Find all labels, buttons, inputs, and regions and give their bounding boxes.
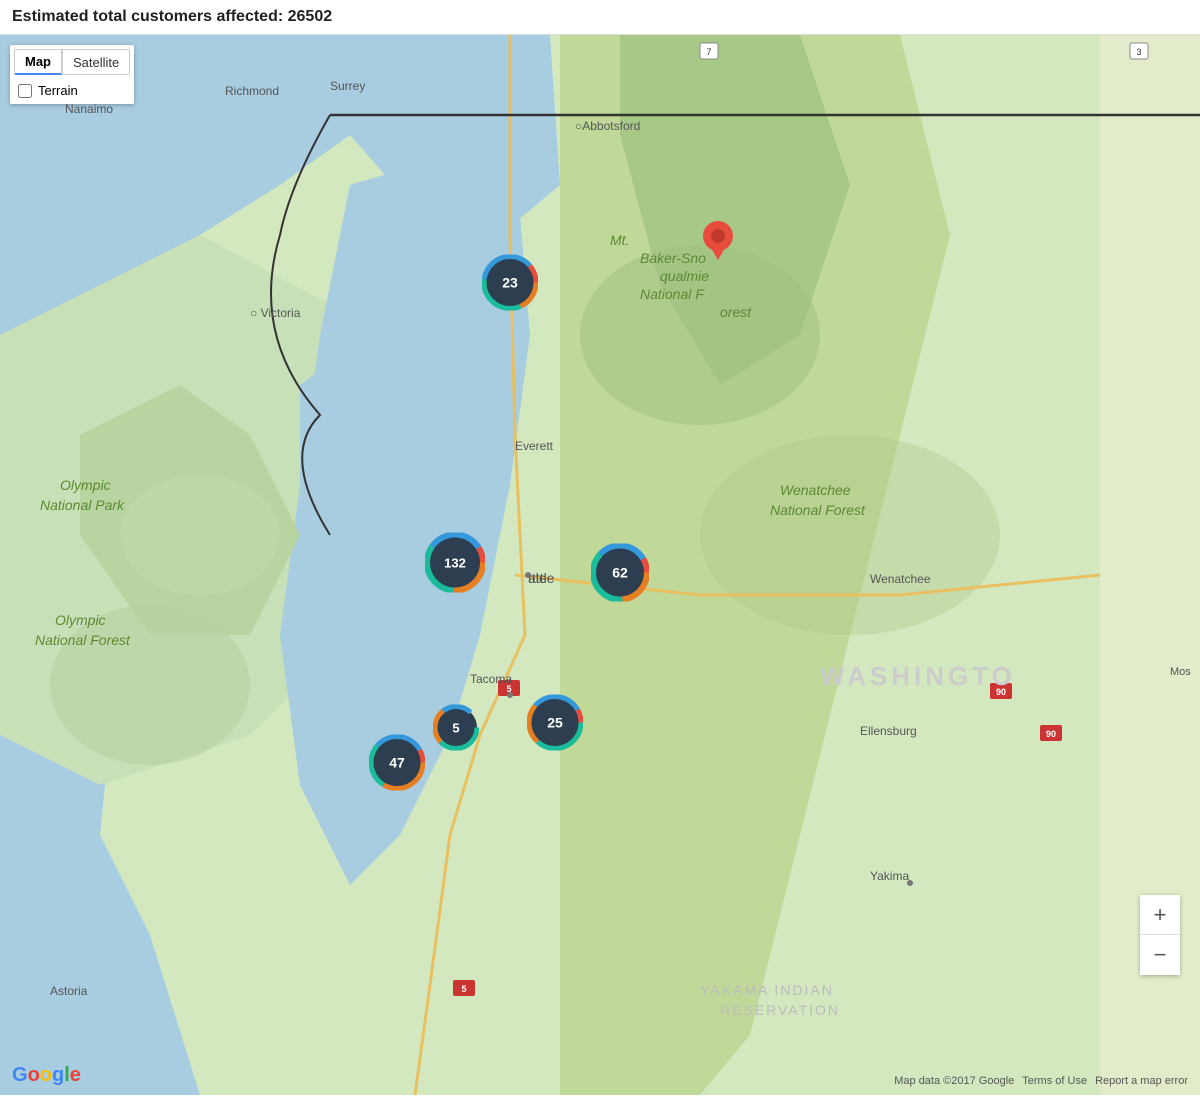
terrain-checkbox-input[interactable]	[18, 84, 32, 98]
svg-text:25: 25	[547, 715, 563, 731]
customer-count: 26502	[288, 8, 333, 25]
map-container: 5 5 90 90 7 3 Nanaimo Richmond Surrey ○A…	[0, 35, 1200, 1095]
svg-text:National Park: National Park	[40, 497, 125, 513]
cluster-5[interactable]: 5	[433, 705, 479, 756]
header-text: Estimated total customers affected:	[12, 8, 288, 25]
svg-text:Mt.: Mt.	[610, 232, 629, 248]
terms-link[interactable]: Terms of Use	[1022, 1075, 1087, 1087]
svg-text:Everett: Everett	[515, 439, 554, 453]
svg-text:Nanaimo: Nanaimo	[65, 102, 113, 116]
google-logo-text: G	[12, 1064, 28, 1087]
map-data-text: Map data ©2017 Google	[894, 1075, 1014, 1087]
map-attribution: Map data ©2017 Google Terms of Use Repor…	[894, 1075, 1188, 1087]
report-error-link[interactable]: Report a map error	[1095, 1075, 1188, 1087]
map-type-buttons: Map Satellite	[14, 49, 130, 75]
svg-text:3: 3	[1136, 47, 1141, 57]
svg-text:WASHINGTO: WASHINGTO	[820, 661, 1016, 691]
svg-text:Olympic: Olympic	[55, 612, 106, 628]
zoom-controls: + −	[1140, 895, 1180, 975]
svg-text:Ellensburg: Ellensburg	[860, 724, 917, 738]
svg-text:Olympic: Olympic	[60, 477, 111, 493]
map-button[interactable]: Map	[14, 49, 62, 75]
svg-text:23: 23	[502, 275, 518, 291]
svg-text:YAKAMA INDIAN: YAKAMA INDIAN	[700, 982, 834, 998]
svg-text:Astoria: Astoria	[50, 984, 88, 998]
svg-text:Mos: Mos	[1170, 666, 1191, 678]
svg-text:5: 5	[461, 984, 466, 994]
svg-text:attle: attle	[528, 570, 555, 586]
svg-text:RESERVATION: RESERVATION	[720, 1002, 840, 1018]
cluster-25[interactable]: 25	[527, 695, 583, 756]
google-logo: Google	[12, 1064, 81, 1087]
zoom-out-button[interactable]: −	[1140, 935, 1180, 975]
svg-text:National Forest: National Forest	[770, 502, 866, 518]
cluster-23[interactable]: 23	[482, 255, 538, 316]
cluster-62[interactable]: 62	[591, 544, 649, 607]
svg-text:47: 47	[389, 755, 405, 771]
cluster-132[interactable]: 132	[425, 533, 485, 598]
svg-text:132: 132	[444, 556, 466, 571]
cluster-47[interactable]: 47	[369, 735, 425, 796]
svg-text:Yakima: Yakima	[870, 869, 909, 883]
svg-text:Richmond: Richmond	[225, 84, 279, 98]
svg-text:○ Victoria: ○ Victoria	[250, 306, 301, 320]
svg-text:orest: orest	[720, 304, 752, 320]
page-header: Estimated total customers affected: 2650…	[0, 0, 1200, 35]
svg-text:62: 62	[612, 565, 628, 581]
svg-text:Baker-Sno: Baker-Sno	[640, 250, 706, 266]
svg-text:90: 90	[1046, 729, 1056, 739]
satellite-button[interactable]: Satellite	[62, 49, 130, 75]
location-pin[interactable]	[702, 220, 734, 265]
svg-text:5: 5	[452, 721, 459, 736]
zoom-in-button[interactable]: +	[1140, 895, 1180, 935]
svg-text:Surrey: Surrey	[330, 79, 365, 93]
svg-text:Wenatchee: Wenatchee	[870, 572, 931, 586]
svg-text:Tacoma: Tacoma	[470, 672, 512, 686]
terrain-label: Terrain	[38, 83, 78, 98]
map-type-control: Map Satellite Terrain	[10, 45, 134, 104]
svg-text:7: 7	[706, 47, 711, 57]
svg-text:National Forest: National Forest	[35, 632, 131, 648]
svg-text:○Abbotsford: ○Abbotsford	[575, 119, 640, 133]
svg-text:Wenatchee: Wenatchee	[780, 482, 851, 498]
svg-text:qualmie: qualmie	[660, 268, 709, 284]
svg-text:National F: National F	[640, 286, 705, 302]
terrain-checkbox-label[interactable]: Terrain	[14, 81, 130, 100]
